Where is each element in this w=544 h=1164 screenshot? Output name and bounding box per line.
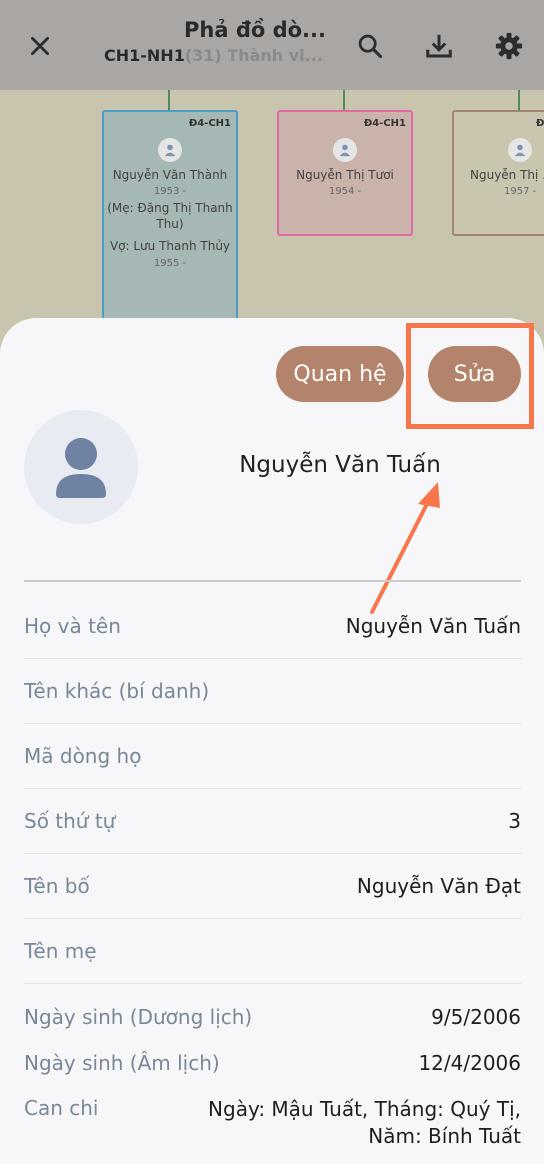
settings-icon: [495, 32, 523, 60]
divider: [24, 580, 521, 582]
field-full-name: Họ và tên Nguyễn Văn Tuấn: [24, 594, 521, 659]
can-chi-value: Ngày: Mậu Tuất, Tháng: Quý Tị, Năm: Bính…: [208, 1097, 521, 1148]
avatar-icon: [333, 138, 357, 162]
download-icon: [426, 34, 452, 58]
highlight-box: [406, 323, 534, 429]
avatar-icon: [158, 138, 182, 162]
field-mother-name: Tên mẹ: [24, 919, 521, 984]
profile-name: Nguyễn Văn Tuấn: [239, 452, 441, 478]
relation-button[interactable]: Quan hệ: [276, 346, 404, 402]
field-clan-code: Mã dòng họ: [24, 724, 521, 789]
download-button[interactable]: [415, 22, 463, 70]
avatar: [24, 410, 138, 524]
search-icon: [358, 34, 383, 59]
field-father-name: Tên bố Nguyễn Văn Đạt: [24, 854, 521, 919]
tree-card[interactable]: Đ4-CH1 Nguyễn Thị Tươi 1954 -: [277, 110, 413, 236]
field-can-chi: Can chi Ngày: Mậu Tuất, Tháng: Quý Tị, N…: [24, 1096, 521, 1148]
tree-card[interactable]: Đ4-CH1 Nguyễn Thị ... 1957 -: [452, 110, 544, 236]
field-order: Số thứ tự 3: [24, 789, 521, 854]
person-icon: [56, 438, 106, 498]
close-button[interactable]: [16, 22, 64, 70]
member-count: (31) Thành vi...: [184, 46, 323, 65]
close-icon: [31, 37, 49, 55]
field-birth-solar: Ngày sinh (Dương lịch) 9/5/2006: [24, 1005, 521, 1029]
settings-button[interactable]: [485, 22, 533, 70]
avatar-icon: [508, 138, 532, 162]
search-button[interactable]: [346, 22, 394, 70]
app-header: Phả đồ dò... CH1-NH1(31) Thành vi...: [0, 0, 544, 90]
field-birth-lunar: Ngày sinh (Âm lịch) 12/4/2006: [24, 1051, 521, 1075]
field-alias: Tên khác (bí danh): [24, 659, 521, 724]
family-code: CH1-NH1: [104, 46, 185, 65]
tree-card[interactable]: Đ4-CH1 Nguyễn Văn Thành 1953 - (Mẹ: Đặng…: [102, 110, 238, 324]
